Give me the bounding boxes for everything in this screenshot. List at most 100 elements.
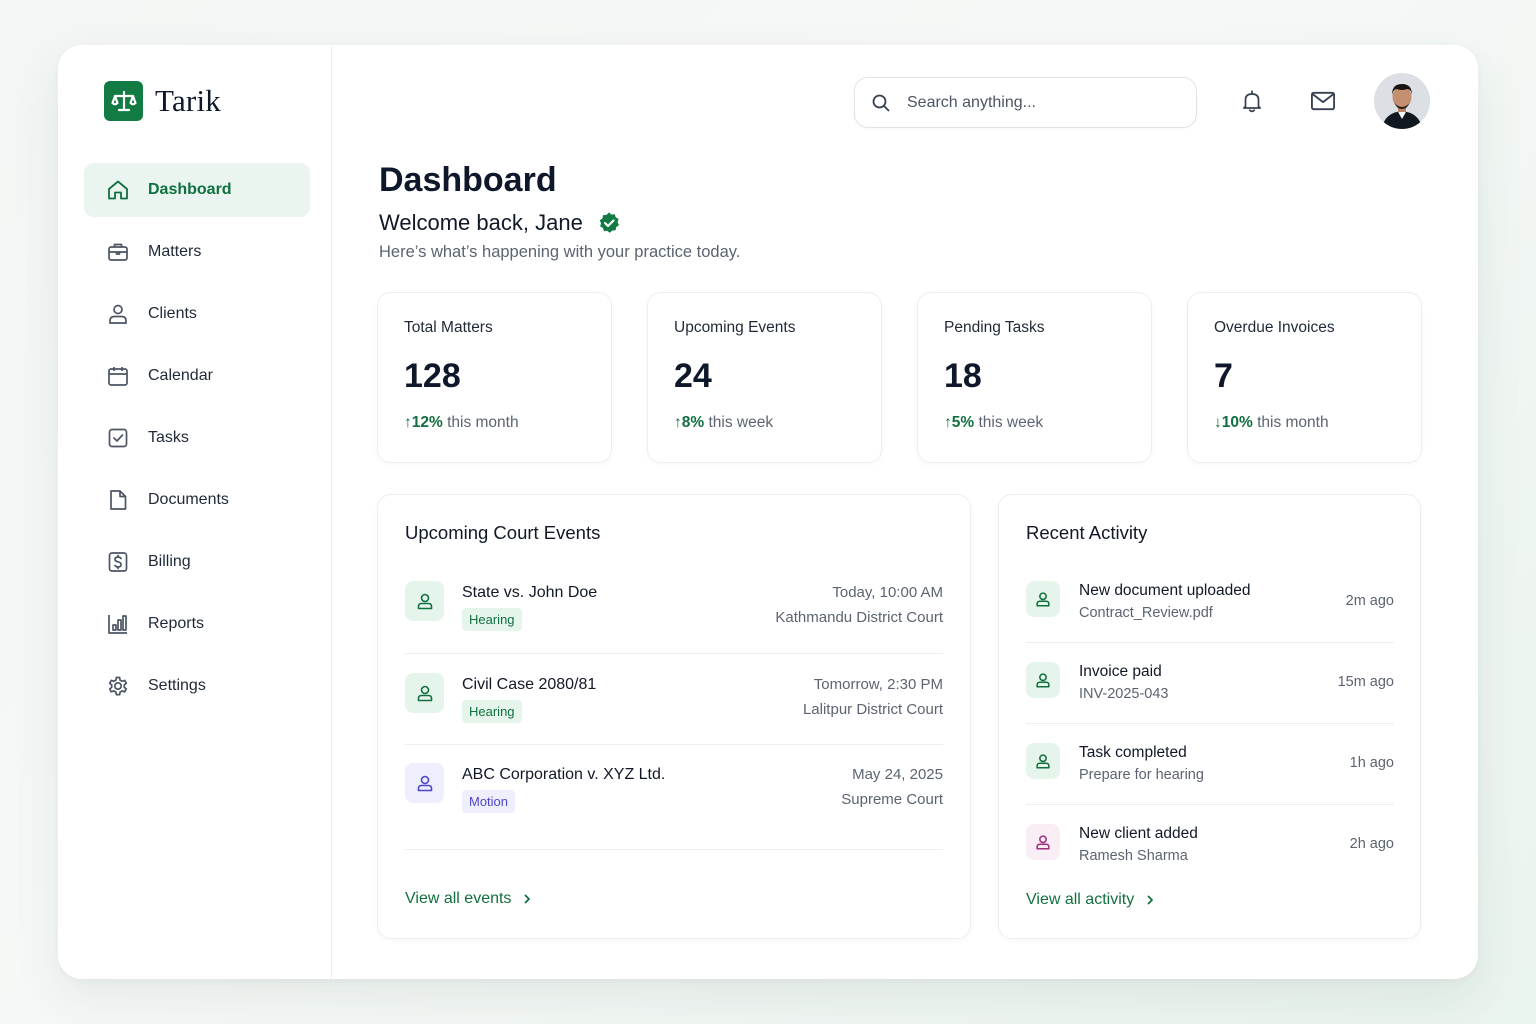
bell-icon[interactable]	[1238, 87, 1266, 115]
list-item[interactable]: New client added Ramesh Sharma 2h ago	[1026, 812, 1394, 892]
sidebar-item-label: Tasks	[148, 429, 189, 446]
activity-title: Invoice paid	[1079, 663, 1162, 680]
list-item[interactable]: ABC Corporation v. XYZ Ltd. Motion May 2…	[405, 750, 943, 841]
sidebar-item-label: Dashboard	[148, 181, 232, 198]
court-events-panel: Upcoming Court Events State vs. John Doe…	[377, 494, 971, 939]
stat-label: Overdue Invoices	[1214, 319, 1335, 336]
welcome-text: Welcome back, Jane	[379, 210, 583, 235]
search-input[interactable]	[907, 93, 1167, 112]
stat-value: 128	[404, 357, 461, 395]
activity-title: New document uploaded	[1079, 582, 1251, 599]
activity-time: 2h ago	[1349, 836, 1394, 852]
list-item[interactable]: Civil Case 2080/81 Hearing Tomorrow, 2:3…	[405, 660, 943, 751]
stat-period: this week	[704, 414, 774, 431]
search-bar[interactable]	[854, 77, 1197, 128]
stat-period: this week	[974, 414, 1044, 431]
list-item[interactable]: New document uploaded Contract_Review.pd…	[1026, 569, 1394, 649]
sidebar-item-settings[interactable]: Settings	[84, 659, 310, 713]
event-date: Today, 10:00 AM	[832, 584, 943, 601]
person-badge-icon	[1026, 824, 1060, 860]
stat-delta: ↑5%	[944, 414, 975, 431]
person-badge-icon	[405, 763, 444, 803]
activity-detail: INV-2025-043	[1079, 686, 1169, 702]
app-window: Tarik Dashboard Matters Clients Calendar…	[58, 45, 1478, 979]
divider	[1026, 642, 1394, 643]
sidebar-item-matters[interactable]: Matters	[84, 225, 310, 279]
divider	[1026, 804, 1394, 805]
stat-label: Upcoming Events	[674, 319, 796, 336]
sidebar-item-reports[interactable]: Reports	[84, 597, 310, 651]
event-date: Tomorrow, 2:30 PM	[813, 676, 943, 693]
chevron-right-icon	[521, 893, 533, 905]
list-item[interactable]: State vs. John Doe Hearing Today, 10:00 …	[405, 568, 943, 659]
divider	[405, 849, 943, 850]
event-type-badge: Hearing	[462, 700, 522, 723]
activity-detail: Ramesh Sharma	[1079, 848, 1188, 864]
stat-card-total-matters[interactable]: Total Matters 128 ↑12% this month	[377, 292, 612, 463]
person-badge-icon	[405, 581, 444, 621]
stat-value: 7	[1214, 357, 1233, 395]
stat-card-upcoming-events[interactable]: Upcoming Events 24 ↑8% this week	[647, 292, 882, 463]
home-icon	[106, 178, 130, 202]
divider	[405, 744, 943, 745]
stat-change: ↑8% this week	[674, 414, 881, 432]
sidebar-item-label: Documents	[148, 491, 229, 508]
activity-title: Task completed	[1079, 744, 1187, 761]
sidebar-item-label: Calendar	[148, 367, 213, 384]
stat-value: 18	[944, 357, 982, 395]
stat-change: ↑5% this week	[944, 414, 1151, 432]
event-title: ABC Corporation v. XYZ Ltd.	[462, 766, 666, 783]
sidebar-item-documents[interactable]: Documents	[84, 473, 310, 527]
activity-detail: Contract_Review.pdf	[1079, 605, 1213, 621]
briefcase-icon	[106, 240, 130, 264]
stat-delta: ↓10%	[1214, 414, 1253, 431]
sidebar-nav: Dashboard Matters Clients Calendar Tasks…	[84, 163, 310, 721]
stat-delta: ↑8%	[674, 414, 705, 431]
event-title: Civil Case 2080/81	[462, 676, 597, 693]
link-label: View all activity	[1026, 891, 1135, 908]
list-item[interactable]: Invoice paid INV-2025-043 15m ago	[1026, 650, 1394, 730]
brand[interactable]: Tarik	[104, 81, 221, 121]
activity-time: 15m ago	[1337, 674, 1394, 690]
view-all-events-link[interactable]: View all events	[405, 890, 533, 908]
welcome-message: Welcome back, Jane	[379, 210, 621, 236]
brand-name: Tarik	[155, 83, 221, 118]
verified-badge-icon	[597, 211, 621, 235]
person-badge-icon	[405, 673, 444, 713]
activity-detail: Prepare for hearing	[1079, 767, 1204, 783]
user-icon	[106, 302, 130, 326]
sidebar-item-label: Billing	[148, 553, 191, 570]
scales-logo-icon	[104, 81, 143, 121]
page-title: Dashboard	[379, 161, 557, 199]
activity-time: 2m ago	[1345, 593, 1394, 609]
sidebar-item-calendar[interactable]: Calendar	[84, 349, 310, 403]
activity-title: New client added	[1079, 825, 1198, 842]
panel-title: Recent Activity	[1026, 522, 1148, 543]
avatar[interactable]	[1374, 73, 1430, 129]
dollar-icon	[106, 550, 130, 574]
sidebar-item-label: Reports	[148, 615, 205, 632]
sidebar-item-clients[interactable]: Clients	[84, 287, 310, 341]
view-all-activity-link[interactable]: View all activity	[1026, 891, 1156, 909]
document-icon	[106, 488, 130, 512]
stat-delta: ↑12%	[404, 414, 443, 431]
person-badge-icon	[1026, 581, 1060, 617]
event-date: May 24, 2025	[852, 766, 943, 783]
stat-card-pending-tasks[interactable]: Pending Tasks 18 ↑5% this week	[917, 292, 1152, 463]
sidebar-item-tasks[interactable]: Tasks	[84, 411, 310, 465]
event-court: Supreme Court	[841, 791, 943, 808]
stat-label: Pending Tasks	[944, 319, 1045, 336]
divider	[1026, 723, 1394, 724]
sidebar-item-label: Clients	[148, 305, 197, 322]
gear-icon	[106, 674, 130, 698]
sidebar-item-label: Settings	[148, 677, 206, 694]
sidebar-item-dashboard[interactable]: Dashboard	[84, 163, 310, 217]
stat-period: this month	[442, 414, 519, 431]
stat-label: Total Matters	[404, 319, 493, 336]
mail-icon[interactable]	[1309, 87, 1337, 115]
stat-card-overdue-invoices[interactable]: Overdue Invoices 7 ↓10% this month	[1187, 292, 1422, 463]
event-type-badge: Motion	[462, 790, 516, 813]
activity-time: 1h ago	[1349, 755, 1394, 771]
list-item[interactable]: Task completed Prepare for hearing 1h ag…	[1026, 731, 1394, 811]
sidebar-item-billing[interactable]: Billing	[84, 535, 310, 589]
